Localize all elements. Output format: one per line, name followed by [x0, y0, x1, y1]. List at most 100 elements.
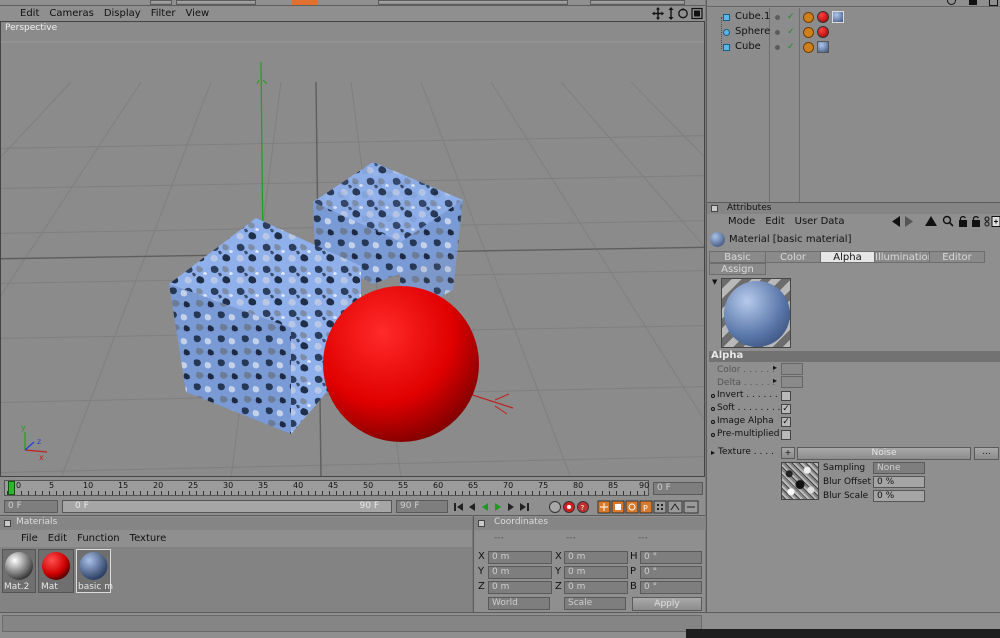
next-key-icon[interactable]: [508, 503, 514, 511]
tab-color[interactable]: Color: [765, 251, 821, 263]
material-tag-blue-icon[interactable]: [832, 11, 844, 23]
materials-menu-edit[interactable]: Edit: [43, 533, 72, 544]
apply-button[interactable]: Apply: [632, 597, 702, 611]
delta-swatch[interactable]: [781, 376, 803, 388]
blur-offset-field[interactable]: 0 %: [873, 476, 925, 488]
blur-scale-field[interactable]: 0 %: [873, 490, 925, 502]
range-slider[interactable]: 0 F 90 F: [62, 500, 392, 513]
search-icon[interactable]: [942, 215, 954, 227]
param-key-icon[interactable]: P: [639, 500, 653, 514]
size-y-field[interactable]: 0 m: [564, 566, 628, 579]
unlock-icon[interactable]: [972, 215, 980, 228]
image-alpha-checkbox[interactable]: ✓: [781, 417, 791, 427]
invert-checkbox[interactable]: [781, 391, 791, 401]
sphere-object[interactable]: [323, 286, 479, 442]
timeline-ruler[interactable]: 0 5 10 15 20 25 30 35 40 45 50 55 60 65 …: [4, 480, 649, 496]
toolbar-tool-button[interactable]: [590, 0, 685, 5]
world-mode-select[interactable]: World: [488, 597, 550, 610]
toolbar-active-tool[interactable]: [292, 0, 318, 5]
rotate-view-icon[interactable]: [678, 8, 688, 19]
menu-edit[interactable]: Edit: [15, 8, 44, 19]
visibility-dot[interactable]: [775, 30, 780, 35]
position-z-field[interactable]: 0 m: [488, 581, 552, 594]
material-tag-red-icon[interactable]: [817, 26, 829, 38]
pos-key-icon[interactable]: [597, 500, 611, 514]
lock-icon[interactable]: [969, 0, 977, 5]
rot-key-icon[interactable]: [625, 500, 639, 514]
tab-alpha[interactable]: Alpha: [820, 251, 875, 263]
more-icon[interactable]: [683, 500, 699, 514]
visibility-dot[interactable]: [775, 15, 780, 20]
play-back-icon[interactable]: [482, 503, 488, 511]
materials-menu-function[interactable]: Function: [72, 533, 125, 544]
texture-more-button[interactable]: ...: [974, 447, 999, 460]
texture-tag-icon[interactable]: [803, 27, 814, 38]
tab-basic[interactable]: Basic: [709, 251, 766, 263]
preview-expand-icon[interactable]: ▼: [712, 278, 717, 286]
move-view-icon[interactable]: [652, 7, 664, 20]
delta-expand-icon[interactable]: ▸: [773, 376, 777, 385]
end-frame-field[interactable]: 90 F: [396, 500, 448, 513]
sampling-select[interactable]: None: [873, 462, 925, 474]
attributes-menu-userdata[interactable]: User Data: [790, 216, 850, 227]
toolbar-tool-button[interactable]: [176, 0, 256, 5]
menu-display[interactable]: Display: [99, 8, 146, 19]
menu-view[interactable]: View: [180, 8, 214, 19]
object-row-sphere[interactable]: Sphere ✓: [707, 25, 1000, 40]
size-x-field[interactable]: 0 m: [564, 551, 628, 564]
position-x-field[interactable]: 0 m: [488, 551, 552, 564]
position-y-field[interactable]: 0 m: [488, 566, 552, 579]
lock-icon[interactable]: [959, 215, 967, 228]
material-tag-red-icon[interactable]: [817, 11, 829, 23]
material-swatch-mat[interactable]: Mat: [38, 549, 74, 593]
linked-icon[interactable]: [984, 216, 990, 227]
attributes-menu-edit[interactable]: Edit: [760, 216, 789, 227]
visibility-dot[interactable]: [775, 45, 780, 50]
panel-close-icon[interactable]: [4, 520, 11, 527]
auto-key-icon[interactable]: ?: [577, 501, 589, 513]
object-row-cube1[interactable]: Cube.1 ✓: [707, 10, 1000, 25]
menu-cameras[interactable]: Cameras: [44, 8, 98, 19]
material-swatch-mat2[interactable]: Mat.2: [2, 549, 36, 593]
check-icon[interactable]: ✓: [787, 12, 795, 22]
tab-editor[interactable]: Editor: [929, 251, 985, 263]
go-start-icon[interactable]: [454, 503, 463, 511]
check-icon[interactable]: ✓: [787, 42, 795, 52]
go-end-icon[interactable]: [520, 503, 529, 511]
toolbar-tool-button[interactable]: [150, 0, 172, 5]
play-forward-icon[interactable]: [495, 503, 501, 511]
size-z-field[interactable]: 0 m: [564, 581, 628, 594]
object-row-cube[interactable]: Cube ✓: [707, 40, 1000, 55]
forward-arrow-icon[interactable]: [905, 216, 913, 227]
panel-close-icon[interactable]: [478, 520, 485, 527]
material-preview[interactable]: [721, 278, 791, 348]
texture-tag-icon[interactable]: [803, 42, 814, 53]
maximize-view-icon[interactable]: [691, 7, 703, 20]
up-arrow-icon[interactable]: [925, 216, 937, 226]
color-swatch[interactable]: [781, 363, 803, 375]
pla-key-icon[interactable]: [653, 500, 667, 514]
material-tag-blue-icon[interactable]: [817, 41, 829, 53]
rotation-b-field[interactable]: 0 °: [640, 581, 702, 594]
texture-tag-icon[interactable]: [803, 12, 814, 23]
texture-channel-button[interactable]: Noise: [797, 447, 971, 460]
soft-checkbox[interactable]: ✓: [781, 404, 791, 414]
noise-preview[interactable]: [781, 462, 819, 500]
search-icon[interactable]: [947, 0, 956, 5]
materials-menu-texture[interactable]: Texture: [125, 533, 172, 544]
start-frame-field[interactable]: 0 F: [4, 500, 58, 513]
check-icon[interactable]: ✓: [787, 27, 795, 37]
rotation-p-field[interactable]: 0 °: [640, 566, 702, 579]
rotation-h-field[interactable]: 0 °: [640, 551, 702, 564]
attributes-menu-mode[interactable]: Mode: [723, 216, 760, 227]
scale-key-icon[interactable]: [611, 500, 625, 514]
back-arrow-icon[interactable]: [892, 216, 900, 227]
anim-mode-icon[interactable]: [667, 500, 683, 514]
scale-mode-select[interactable]: Scale: [564, 597, 626, 610]
toolbar-tool-button[interactable]: [378, 0, 568, 5]
panel-close-icon[interactable]: [711, 205, 718, 212]
record-icon[interactable]: [563, 501, 575, 513]
prev-key-icon[interactable]: [469, 503, 475, 511]
premultiplied-checkbox[interactable]: [781, 430, 791, 440]
texture-expand-icon[interactable]: ▸: [711, 448, 715, 457]
